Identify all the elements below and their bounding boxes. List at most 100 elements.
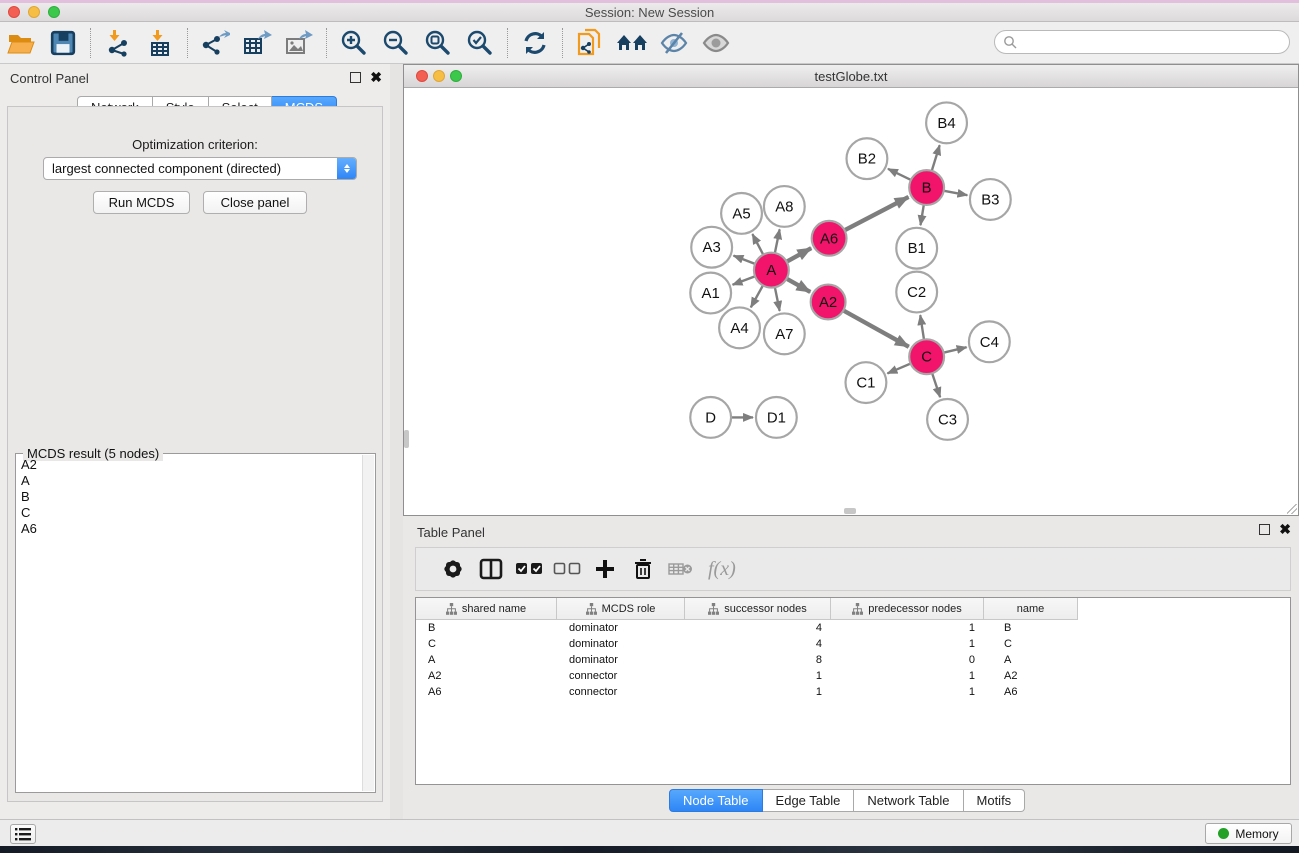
table-row[interactable]: Adominator80A <box>416 652 1290 668</box>
node-C2[interactable]: C2 <box>896 272 937 313</box>
refresh-layout-button[interactable] <box>517 26 553 60</box>
network-title: testGlobe.txt <box>404 69 1298 84</box>
create-column-button[interactable] <box>586 551 624 587</box>
column-header-successor-nodes[interactable]: successor nodes <box>685 598 831 620</box>
cell: 4 <box>685 638 831 650</box>
zoom-selected-icon <box>466 29 494 57</box>
select-all-columns-button[interactable] <box>510 551 548 587</box>
column-header-MCDS-role[interactable]: MCDS role <box>557 598 685 620</box>
import-table-button[interactable] <box>142 26 178 60</box>
tab-network-table[interactable]: Network Table <box>854 789 963 812</box>
node-A4[interactable]: A4 <box>719 307 760 348</box>
show-panel-button[interactable] <box>698 26 734 60</box>
mcds-result-list[interactable]: A2ABCA6 <box>17 457 362 791</box>
table-row[interactable]: Bdominator41B <box>416 620 1290 636</box>
cell: connector <box>557 686 685 698</box>
function-builder-button[interactable]: f(x) <box>708 558 736 581</box>
export-image-button[interactable] <box>281 26 317 60</box>
cell: dominator <box>557 654 685 666</box>
zoom-fit-icon <box>424 29 452 57</box>
memory-label: Memory <box>1235 827 1278 841</box>
list-icon <box>15 828 31 841</box>
share-file-button[interactable] <box>572 26 608 60</box>
node-label: A5 <box>732 205 750 222</box>
horizontal-scroll-thumb[interactable] <box>844 508 856 514</box>
network-window-titlebar[interactable]: testGlobe.txt <box>404 65 1298 88</box>
tab-motifs[interactable]: Motifs <box>964 789 1026 812</box>
column-label: MCDS role <box>602 603 656 615</box>
zoom-out-button[interactable] <box>378 26 414 60</box>
search-input[interactable] <box>1021 32 1289 52</box>
session-title: Session: New Session <box>0 5 1299 20</box>
deselect-all-columns-button[interactable] <box>548 551 586 587</box>
node-A6[interactable]: A6 <box>812 221 847 256</box>
node-B[interactable]: B <box>909 170 944 205</box>
memory-button[interactable]: Memory <box>1205 823 1292 844</box>
refresh-icon <box>522 30 548 56</box>
show-column-button[interactable] <box>472 551 510 587</box>
network-canvas[interactable]: B4 B2 B B3 A8 A5 A6 A3 B1 A A1 C2 A2 A4A7 C4 C C1 C3 D D1 <box>404 89 1298 507</box>
node-D1[interactable]: D1 <box>756 397 797 438</box>
result-item[interactable]: C <box>17 505 362 521</box>
node-A1[interactable]: A1 <box>690 273 731 314</box>
resize-grip[interactable] <box>1287 504 1297 514</box>
table-row[interactable]: A2connector11A2 <box>416 668 1290 684</box>
result-item[interactable]: A <box>17 473 362 489</box>
table-settings-button[interactable] <box>434 551 472 587</box>
column-header-name[interactable]: name <box>984 598 1078 620</box>
result-item[interactable]: A6 <box>17 521 362 537</box>
node-C1[interactable]: C1 <box>846 362 887 403</box>
node-B3[interactable]: B3 <box>970 179 1011 220</box>
memory-status-icon <box>1218 828 1229 839</box>
result-item[interactable]: A2 <box>17 457 362 473</box>
node-C3[interactable]: C3 <box>927 399 968 440</box>
tab-edge-table[interactable]: Edge Table <box>763 789 855 812</box>
node-A8[interactable]: A8 <box>764 186 805 227</box>
zoom-in-button[interactable] <box>336 26 372 60</box>
close-panel-icon[interactable]: ✖ <box>370 72 382 83</box>
float-table-panel-icon[interactable] <box>1259 524 1270 535</box>
open-file-button[interactable] <box>3 26 39 60</box>
export-table-button[interactable] <box>239 26 275 60</box>
node-C[interactable]: C <box>909 339 944 374</box>
node-C4[interactable]: C4 <box>969 321 1010 362</box>
result-scrollbar[interactable] <box>362 455 374 791</box>
home-button[interactable] <box>614 26 650 60</box>
node-label: B2 <box>858 151 876 168</box>
task-history-button[interactable] <box>10 824 36 844</box>
node-A3[interactable]: A3 <box>691 227 732 268</box>
tab-node-table[interactable]: Node Table <box>669 789 763 812</box>
zoom-selected-button[interactable] <box>462 26 498 60</box>
node-B4[interactable]: B4 <box>926 102 967 143</box>
column-header-predecessor-nodes[interactable]: predecessor nodes <box>831 598 984 620</box>
node-B1[interactable]: B1 <box>896 228 937 269</box>
column-header-shared-name[interactable]: shared name <box>416 598 557 620</box>
cell: A2 <box>984 670 1078 682</box>
save-session-button[interactable] <box>45 26 81 60</box>
criterion-select[interactable]: largest connected component (directed) <box>43 157 357 180</box>
close-panel-button[interactable]: Close panel <box>203 191 307 214</box>
table-row[interactable]: Cdominator41C <box>416 636 1290 652</box>
delete-table-button[interactable] <box>662 551 700 587</box>
search-box[interactable] <box>994 30 1290 54</box>
import-network-button[interactable] <box>100 26 136 60</box>
plus-icon <box>595 559 615 579</box>
network-view-window: testGlobe.txt B4 B2 B B3 A8 A5 A6 A3 B1 A A1 C2 A2 A4… <box>403 64 1299 516</box>
run-mcds-button[interactable]: Run MCDS <box>93 191 190 214</box>
result-item[interactable]: B <box>17 489 362 505</box>
table-row[interactable]: A6connector11A6 <box>416 684 1290 700</box>
node-A7[interactable]: A7 <box>764 313 805 354</box>
cell: dominator <box>557 622 685 634</box>
hide-panel-button[interactable] <box>656 26 692 60</box>
float-panel-icon[interactable] <box>350 72 361 83</box>
node-A5[interactable]: A5 <box>721 193 762 234</box>
export-network-button[interactable] <box>197 26 233 60</box>
close-table-panel-icon[interactable]: ✖ <box>1279 524 1291 535</box>
node-D[interactable]: D <box>690 397 731 438</box>
node-B2[interactable]: B2 <box>847 138 888 179</box>
vertical-scroll-thumb[interactable] <box>404 430 409 448</box>
node-A[interactable]: A <box>754 253 789 288</box>
node-A2[interactable]: A2 <box>811 285 846 320</box>
zoom-fit-button[interactable] <box>420 26 456 60</box>
delete-column-button[interactable] <box>624 551 662 587</box>
